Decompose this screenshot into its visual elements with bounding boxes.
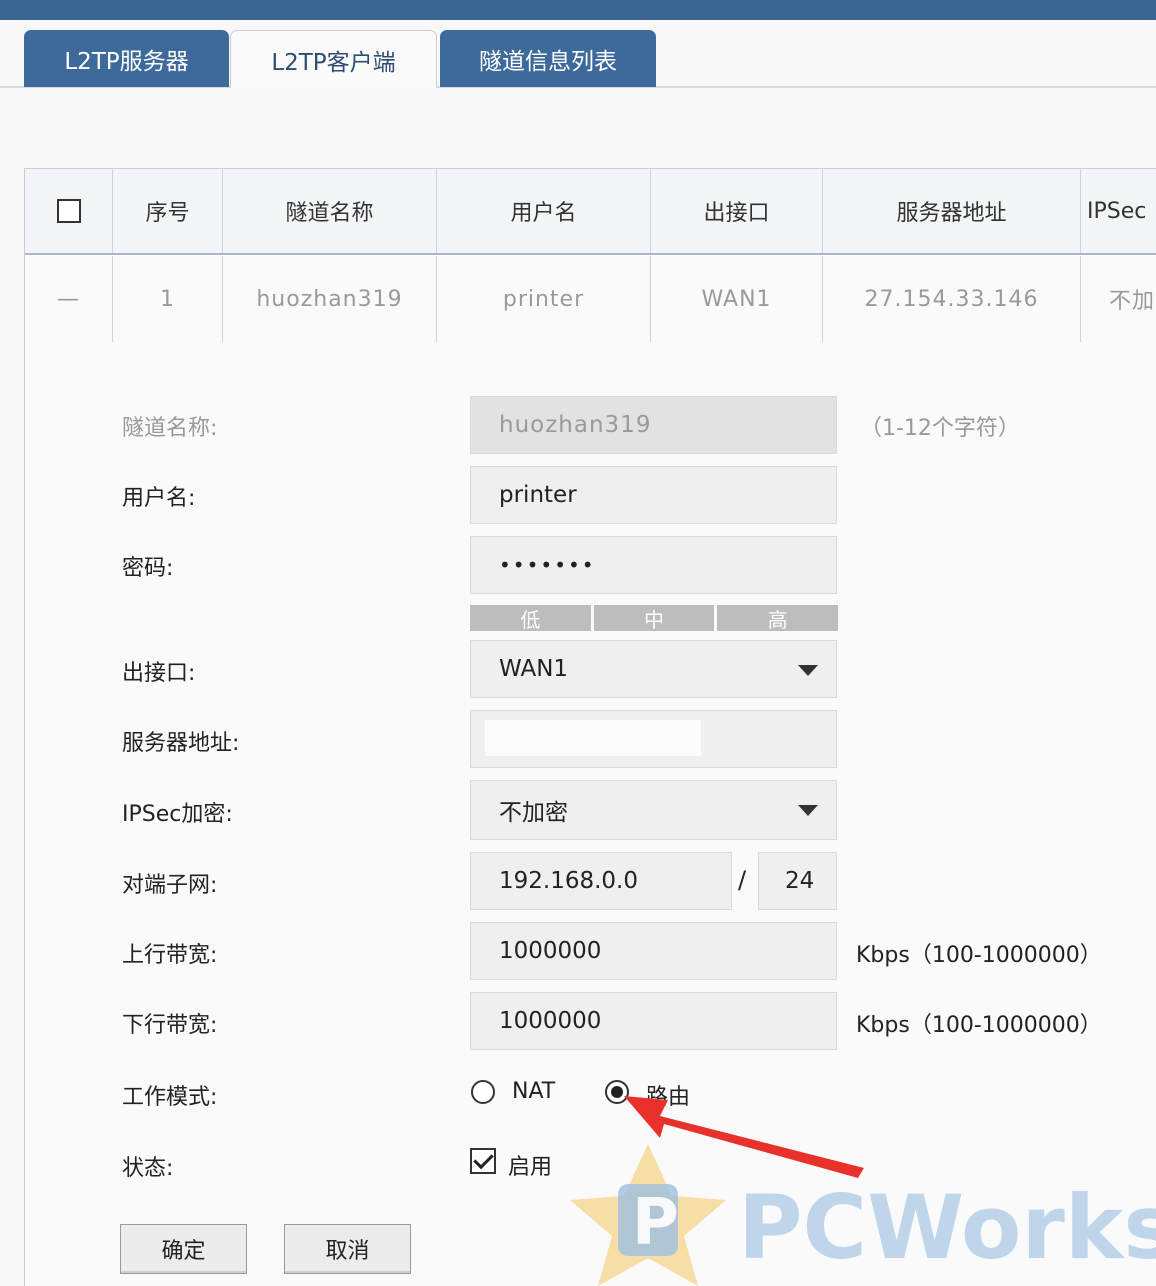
red-arrow-annotation [624, 1096, 864, 1178]
